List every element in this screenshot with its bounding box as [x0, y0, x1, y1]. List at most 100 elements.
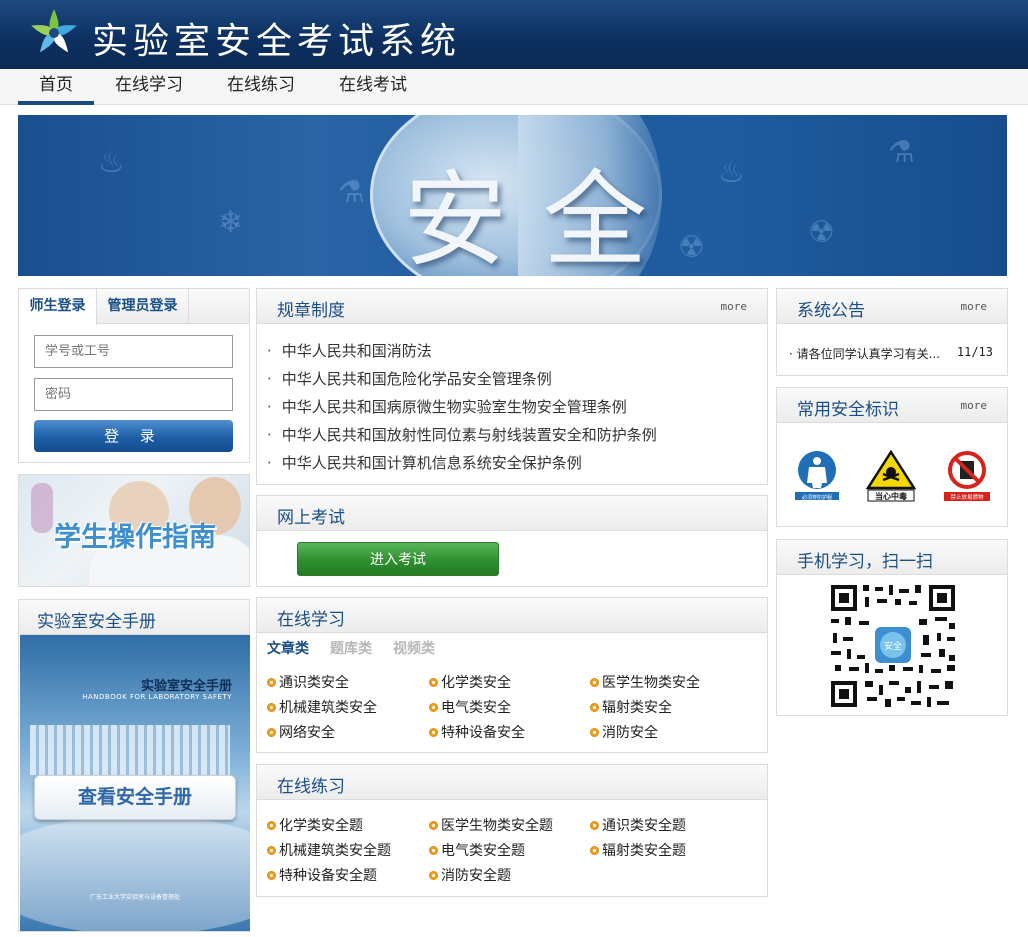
online-practice-header: 在线练习: [257, 765, 767, 800]
study-link[interactable]: 特种设备安全: [429, 722, 525, 742]
orange-bullet-icon: [429, 728, 438, 737]
practice-link[interactable]: 通识类安全题: [590, 815, 686, 835]
regulations-more-link[interactable]: more: [721, 300, 748, 313]
list-item[interactable]: · 中华人民共和国危险化学品安全管理条例: [267, 368, 552, 389]
practice-link[interactable]: 机械建筑类安全题: [267, 840, 391, 860]
password-input[interactable]: [34, 378, 233, 411]
qr-code[interactable]: 安全: [819, 577, 967, 715]
practice-link-label[interactable]: 化学类安全题: [279, 818, 363, 834]
practice-link-label[interactable]: 机械建筑类安全题: [279, 843, 391, 859]
tab-articles[interactable]: 文章类: [267, 638, 309, 658]
study-link-label[interactable]: 电气类安全: [441, 700, 511, 716]
test-tube-image: [31, 483, 53, 533]
tab-videos[interactable]: 视频类: [393, 638, 435, 658]
tab-question-bank[interactable]: 题库类: [330, 638, 372, 658]
study-link-label[interactable]: 医学生物类安全: [602, 675, 700, 691]
practice-link[interactable]: 特种设备安全题: [267, 865, 377, 885]
practice-link-label[interactable]: 特种设备安全题: [279, 868, 377, 884]
list-item[interactable]: · 中华人民共和国放射性同位素与射线装置安全和防护条例: [267, 424, 657, 445]
list-item[interactable]: · 中华人民共和国计算机信息系统安全保护条例: [267, 452, 582, 473]
orange-bullet-icon: [590, 703, 599, 712]
nav-online-study[interactable]: 在线学习: [106, 69, 192, 105]
handbook-cover-footer: 广东工业大学实验室与设备管理处: [89, 894, 180, 901]
practice-link-label[interactable]: 消防安全题: [441, 868, 511, 884]
mobile-header: 手机学习，扫一扫: [777, 540, 1007, 575]
practice-link[interactable]: 辐射类安全题: [590, 840, 686, 860]
notice-link[interactable]: · 请各位同学认真学习有关...: [789, 345, 940, 362]
practice-link-label[interactable]: 电气类安全题: [441, 843, 525, 859]
practice-link-label[interactable]: 医学生物类安全题: [441, 818, 553, 834]
building-image: [30, 725, 230, 775]
login-button[interactable]: 登 录: [34, 420, 233, 452]
study-link[interactable]: 电气类安全: [429, 697, 511, 717]
study-link[interactable]: 医学生物类安全: [590, 672, 700, 692]
qr-code-icon: 安全: [819, 577, 967, 715]
safety-signs-header: 常用安全标识 more: [777, 388, 1007, 423]
practice-link-label[interactable]: 辐射类安全题: [602, 843, 686, 859]
regulation-link[interactable]: 中华人民共和国危险化学品安全管理条例: [282, 370, 552, 388]
tab-student-login[interactable]: 师生登录: [19, 289, 97, 325]
qr-center-label: 安全: [884, 640, 902, 652]
study-link[interactable]: 机械建筑类安全: [267, 697, 377, 717]
orange-bullet-icon: [267, 728, 276, 737]
regulation-link[interactable]: 中华人民共和国计算机信息系统安全保护条例: [282, 454, 582, 472]
nav-online-exam[interactable]: 在线考试: [330, 69, 416, 105]
orange-bullet-icon: [590, 728, 599, 737]
bullet-dot: ·: [267, 454, 272, 472]
banner-char-quan: 全: [543, 159, 648, 276]
orange-bullet-icon: [429, 678, 438, 687]
nav-home[interactable]: 首页: [18, 69, 94, 105]
orange-bullet-icon: [590, 846, 599, 855]
study-link[interactable]: 消防安全: [590, 722, 658, 742]
view-handbook-button[interactable]: 查看安全手册: [34, 775, 236, 820]
poison-warning-sign-icon[interactable]: 当心中毒: [866, 450, 916, 502]
student-guide-banner[interactable]: 学生操作指南: [18, 474, 250, 587]
online-practice-title: 在线练习: [277, 777, 345, 797]
orange-bullet-icon: [429, 846, 438, 855]
handbook-cover-subtitle: HANDBOOK FOR LABORATORY SAFETY: [82, 693, 232, 701]
login-panel: 师生登录 管理员登录 登 录: [18, 288, 250, 463]
study-link-label[interactable]: 机械建筑类安全: [279, 700, 377, 716]
practice-link[interactable]: 电气类安全题: [429, 840, 525, 860]
protective-suit-sign-icon[interactable]: 必须穿防护服: [792, 450, 842, 502]
study-link[interactable]: 网络安全: [267, 722, 335, 742]
study-link-label[interactable]: 化学类安全: [441, 675, 511, 691]
safety-signs-more-link[interactable]: more: [961, 399, 988, 412]
student-guide-label: 学生操作指南: [54, 522, 216, 553]
regulation-link[interactable]: 中华人民共和国消防法: [282, 342, 432, 360]
nav-online-practice[interactable]: 在线练习: [218, 69, 304, 105]
tab-admin-login[interactable]: 管理员登录: [97, 289, 189, 324]
study-link[interactable]: 通识类安全: [267, 672, 349, 692]
regulation-link[interactable]: 中华人民共和国放射性同位素与射线装置安全和防护条例: [282, 426, 657, 444]
mobile-title: 手机学习，扫一扫: [797, 552, 933, 572]
practice-link[interactable]: 化学类安全题: [267, 815, 363, 835]
study-link-label[interactable]: 辐射类安全: [602, 700, 672, 716]
practice-link[interactable]: 消防安全题: [429, 865, 511, 885]
flame-icon: ♨: [98, 145, 125, 180]
orange-bullet-icon: [429, 871, 438, 880]
study-link[interactable]: 辐射类安全: [590, 697, 672, 717]
study-link-label[interactable]: 网络安全: [279, 725, 335, 741]
study-link-label[interactable]: 消防安全: [602, 725, 658, 741]
handbook-cover[interactable]: 实验室安全手册 HANDBOOK FOR LABORATORY SAFETY 查…: [20, 635, 250, 931]
notice-text[interactable]: 请各位同学认真学习有关...: [797, 347, 940, 361]
regulations-title: 规章制度: [277, 301, 345, 321]
list-item[interactable]: · 中华人民共和国病原微生物实验室生物安全管理条例: [267, 396, 627, 417]
enter-exam-button[interactable]: 进入考试: [297, 542, 499, 576]
no-flammables-sign-icon[interactable]: 禁止放易燃物: [942, 450, 992, 502]
snowflake-icon: ❄: [218, 205, 244, 240]
mobile-panel: 手机学习，扫一扫 安全: [776, 539, 1008, 716]
practice-link[interactable]: 医学生物类安全题: [429, 815, 553, 835]
study-link[interactable]: 化学类安全: [429, 672, 511, 692]
study-link-label[interactable]: 特种设备安全: [441, 725, 525, 741]
study-link-label[interactable]: 通识类安全: [279, 675, 349, 691]
list-item[interactable]: · 中华人民共和国消防法: [267, 340, 432, 361]
notices-more-link[interactable]: more: [961, 300, 988, 313]
radiation-icon: ☢: [678, 230, 705, 265]
regulation-link[interactable]: 中华人民共和国病原微生物实验室生物安全管理条例: [282, 398, 627, 416]
orange-bullet-icon: [429, 703, 438, 712]
online-exam-header: 网上考试: [257, 496, 767, 531]
practice-link-label[interactable]: 通识类安全题: [602, 818, 686, 834]
online-exam-title: 网上考试: [277, 508, 345, 528]
username-input[interactable]: [34, 335, 233, 368]
